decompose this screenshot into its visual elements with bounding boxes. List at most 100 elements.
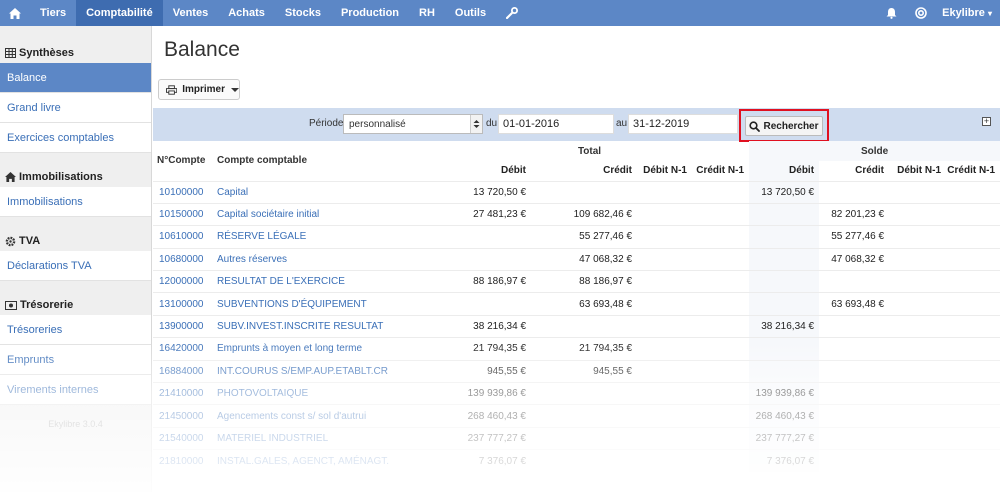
account-number-link[interactable]: 21540000 (153, 426, 211, 450)
help-button[interactable] (906, 7, 936, 19)
home-icon (5, 172, 16, 182)
printer-icon (166, 84, 178, 95)
solde-debit-cell: 237 777,27 € (749, 426, 820, 450)
account-label-link[interactable]: SUBVENTIONS D'ÉQUIPEMENT (211, 292, 430, 316)
sidebar-item-virements-internes[interactable]: Virements internes (0, 375, 151, 405)
solde-debit-n1-cell (889, 292, 947, 316)
account-label-link[interactable]: PHOTOVOLTAIQUE (211, 382, 430, 405)
sidebar-item-grand-livre[interactable]: Grand livre (0, 93, 151, 123)
account-label-link[interactable]: SUBV.INVEST.INSCRITE RESULTAT (211, 314, 430, 338)
nav-tab-outils[interactable]: Outils (445, 0, 496, 26)
total-credit-cell: 21 794,35 € (531, 337, 637, 361)
nav-tab-ventes[interactable]: Ventes (163, 0, 218, 26)
column-header-account[interactable]: N°Compte (153, 141, 211, 181)
nav-tab-rh[interactable]: RH (409, 0, 445, 26)
account-number-link[interactable]: 10610000 (153, 225, 211, 249)
account-label-link[interactable]: RÉSERVE LÉGALE (211, 225, 430, 249)
sidebar-item-immobilisations[interactable]: Immobilisations (0, 187, 151, 217)
sidebar-item-emprunts[interactable]: Emprunts (0, 345, 151, 375)
solde-debit-n1-cell (889, 202, 947, 226)
print-label: Imprimer (182, 84, 225, 95)
account-number-link[interactable]: 12000000 (153, 270, 211, 293)
account-number-link[interactable]: 21410000 (153, 382, 211, 405)
total-debit-n1-cell (637, 337, 692, 361)
table-row: 12000000 RESULTAT DE L'EXERCICE 88 186,97 … (153, 270, 1000, 293)
column-header-solde-debit: Débit (749, 161, 820, 181)
search-icon (749, 120, 761, 132)
nav-tab-production[interactable]: Production (331, 0, 409, 26)
search-button[interactable]: Rechercher (745, 116, 823, 136)
total-debit-cell (430, 292, 531, 316)
solde-credit-n1-cell (946, 225, 1000, 249)
total-credit-n1-cell (692, 270, 750, 293)
notifications-button[interactable] (876, 7, 906, 19)
sidebar-item-balance[interactable]: Balance (0, 63, 151, 93)
from-label: du (486, 118, 498, 129)
gear-icon (5, 236, 16, 247)
sidebar-item-exercices-comptables[interactable]: Exercices comptables (0, 123, 151, 153)
account-number-link[interactable]: 21810000 (153, 449, 211, 473)
account-number-link[interactable]: 13900000 (153, 314, 211, 338)
column-header-label[interactable]: Compte comptable (211, 141, 430, 181)
total-debit-n1-cell (637, 180, 692, 204)
start-date-input[interactable]: 01-01-2016 (498, 114, 614, 134)
solde-credit-cell: 63 693,48 € (819, 292, 890, 316)
end-date-input[interactable]: 31-12-2019 (628, 114, 738, 134)
total-debit-n1-cell (637, 449, 692, 473)
nav-tab-stocks[interactable]: Stocks (275, 0, 331, 26)
account-label-link[interactable]: Capital (211, 180, 430, 204)
solde-credit-cell (819, 314, 890, 338)
version-label: Ekylibre 3.0.4 (48, 419, 103, 429)
solde-debit-n1-cell (889, 225, 947, 249)
solde-debit-n1-cell (889, 314, 947, 338)
column-header-total-debit: Débit (501, 165, 526, 177)
solde-debit-n1-cell (889, 359, 947, 383)
account-label-link[interactable]: INT.COURUS S/EMP.AUP.ETABLT.CR (211, 359, 430, 383)
nav-tab-tiers[interactable]: Tiers (30, 0, 76, 26)
account-number-link[interactable]: 13100000 (153, 292, 211, 316)
settings-button[interactable] (496, 0, 528, 26)
nav-tab-achats[interactable]: Achats (218, 0, 275, 26)
sidebar: Synthèses Balance Grand livre Exercices … (0, 26, 152, 492)
solde-debit-cell (749, 292, 820, 316)
solde-credit-cell: 82 201,23 € (819, 202, 890, 226)
account-number-link[interactable]: 16884000 (153, 359, 211, 383)
solde-credit-n1-cell (946, 337, 1000, 361)
sidebar-item-tresoreries[interactable]: Trésoreries (0, 315, 151, 345)
user-menu[interactable]: Ekylibre ▾ (936, 7, 1000, 19)
solde-credit-n1-cell (946, 404, 1000, 428)
account-number-link[interactable]: 10680000 (153, 247, 211, 271)
account-number-link[interactable]: 10150000 (153, 202, 211, 226)
table-row: 13100000 SUBVENTIONS D'ÉQUIPEMENT 63 693,4… (153, 292, 1000, 316)
total-debit-n1-cell (637, 270, 692, 293)
account-number-link[interactable]: 10100000 (153, 180, 211, 204)
home-button[interactable] (0, 0, 30, 26)
account-label-link[interactable]: Capital sociétaire initial (211, 202, 430, 226)
account-number-link[interactable]: 16420000 (153, 337, 211, 361)
sidebar-section-title: Trésorerie (20, 299, 74, 311)
account-label-link[interactable]: Emprunts à moyen et long terme (211, 337, 430, 361)
total-credit-n1-cell (692, 426, 750, 450)
account-label-link[interactable]: RESULTAT DE L'EXERCICE (211, 270, 430, 293)
solde-debit-n1-cell (889, 404, 947, 428)
total-debit-cell: 7 376,07 € (430, 449, 531, 473)
solde-debit-n1-cell (889, 247, 947, 271)
solde-credit-cell (819, 337, 890, 361)
account-label-link[interactable]: INSTAL.GALES, AGENCT, AMÉNAGT. (211, 449, 430, 473)
account-label-link[interactable]: Autres réserves (211, 247, 430, 271)
column-header-solde-debit-n1: Débit N-1 (897, 165, 942, 177)
print-dropdown-button[interactable]: Imprimer (158, 79, 240, 100)
solde-credit-n1-cell (946, 292, 1000, 316)
period-select[interactable]: personnalisé (343, 114, 483, 134)
account-label-link[interactable]: MATERIEL INDUSTRIEL (211, 426, 430, 450)
expand-columns-icon[interactable]: + (982, 117, 991, 126)
search-highlight-box: Rechercher (739, 109, 829, 142)
balance-table-wrapper: N°Compte Compte comptable Total Solde Dé… (153, 141, 1000, 492)
total-debit-n1-cell (637, 202, 692, 226)
total-credit-n1-cell (692, 247, 750, 271)
sidebar-item-declarations-tva[interactable]: Déclarations TVA (0, 251, 151, 281)
nav-tab-comptabilite[interactable]: Comptabilité (76, 0, 163, 26)
account-label-link[interactable]: Agencements const s/ sol d'autrui (211, 404, 430, 428)
main-content: Balance Imprimer Période personnalisé du… (153, 26, 1000, 492)
account-number-link[interactable]: 21450000 (153, 404, 211, 428)
